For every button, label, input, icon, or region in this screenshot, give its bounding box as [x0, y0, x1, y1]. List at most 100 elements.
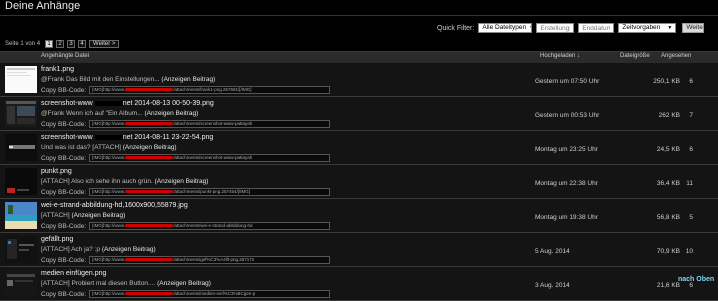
bbcode-suffix: /attachments/screenshot-www-pattayah [173, 121, 253, 126]
view-count: 6 [689, 78, 693, 85]
table-row: frank1.png @Frank Das Bild mit den Einst… [0, 63, 718, 97]
back-to-top-link[interactable]: nach Oben [678, 276, 714, 283]
bbcode-field[interactable]: [IMG]http://www. /attachments/frank1-png.… [89, 86, 331, 94]
column-size[interactable]: Dateigröße [620, 53, 650, 59]
file-type-select[interactable]: Alle Dateitypen ▼ [478, 23, 533, 33]
attachment-thumbnail[interactable] [5, 236, 37, 263]
file-name-link[interactable]: gefällt.png [41, 236, 73, 243]
redaction-mark [125, 258, 174, 262]
file-name-link[interactable]: screenshot-www net 2014-08-13 00-50-39.p… [41, 100, 214, 107]
snippet-text: [ATTACH] Ach ja? :p [41, 246, 102, 253]
table-row: screenshot-www net 2014-08-11 23-22-54.p… [0, 131, 718, 165]
file-name-link[interactable]: medien einfügen.png [41, 270, 106, 277]
bbcode-suffix: /attachments/wei-e-strand-abbildung-hd [173, 223, 253, 228]
quick-filter-bar: Quick Filter: Alle Dateitypen ▼ Zeitvorg… [437, 23, 705, 33]
bbcode-field[interactable]: [IMG]http://www. /attachments/screenshot-… [89, 154, 331, 162]
bbcode-prefix: [IMG]http://www. [92, 291, 126, 296]
uploaded-date: 5 Aug. 2014 [535, 248, 570, 255]
title-divider [0, 15, 718, 16]
view-post-link[interactable]: (Anzeigen Beitrag) [102, 246, 156, 253]
bbcode-field[interactable]: [IMG]http://www. /attachments/wei-e-stran… [89, 222, 331, 230]
file-type-value: Alle Dateitypen [482, 24, 527, 31]
bbcode-suffix: /attachments/frank1-png.257681/[/IMG] [173, 87, 252, 92]
bbcode-field[interactable]: [IMG]http://www. /attachments/screenshot-… [89, 120, 331, 128]
snippet-text: @Frank Das Bild mit den Einstellungen... [41, 76, 162, 83]
column-views[interactable]: Angesehen [661, 53, 691, 59]
post-snippet: Und was ist das? [ATTACH] (Anzeigen Beit… [41, 144, 177, 151]
post-snippet: [ATTACH] Also ich sehe ihn auch grün. (A… [41, 178, 208, 185]
view-post-link[interactable]: (Anzeigen Beitrag) [157, 280, 211, 287]
view-post-link[interactable]: (Anzeigen Beitrag) [123, 144, 177, 151]
redaction-mark [94, 134, 123, 140]
attachment-thumbnail[interactable] [5, 66, 37, 93]
page-link-2[interactable]: 2 [56, 40, 65, 48]
created-date-input[interactable] [536, 23, 575, 33]
attachment-thumbnail[interactable] [5, 134, 37, 161]
file-size: 70,9 KB [656, 248, 680, 255]
bbcode-prefix: [IMG]http://www. [92, 257, 126, 262]
attachment-thumbnail[interactable] [5, 270, 37, 297]
file-size: 24,5 KB [656, 146, 680, 153]
view-post-link[interactable]: (Anzeigen Beitrag) [71, 212, 125, 219]
view-post-link[interactable]: (Anzeigen Beitrag) [161, 76, 215, 83]
file-size: 250,1 KB [653, 78, 680, 85]
copy-bbcode-label: Copy BB-Code: [41, 120, 87, 128]
copy-bbcode-label: Copy BB-Code: [41, 256, 87, 264]
bbcode-field[interactable]: [IMG]http://www. /attachments/medien-einf… [89, 290, 331, 298]
page-link-4[interactable]: 4 [78, 40, 87, 48]
bbcode-prefix: [IMG]http://www. [92, 189, 126, 194]
file-name-link[interactable]: wei-e-strand-abbildung-hd,1600x900,55879… [41, 202, 188, 209]
bbcode-row: Copy BB-Code: [IMG]http://www. /attachmen… [41, 290, 331, 298]
column-file[interactable]: Angehängte Datei [41, 53, 89, 59]
copy-bbcode-label: Copy BB-Code: [41, 290, 87, 298]
file-name-part-a: screenshot-www [41, 134, 93, 141]
file-name-link[interactable]: frank1.png [41, 66, 74, 73]
view-count: 11 [686, 180, 693, 187]
view-count: 7 [689, 112, 693, 119]
copy-bbcode-label: Copy BB-Code: [41, 188, 87, 196]
page-link-1[interactable]: 1 [45, 40, 54, 48]
table-row: screenshot-www net 2014-08-13 00-50-39.p… [0, 97, 718, 131]
next-page-button[interactable]: Weiter > [89, 40, 120, 48]
page-info: Seite 1 von 4 [5, 41, 41, 47]
chevron-down-icon: ▼ [529, 24, 531, 32]
redaction-mark [94, 100, 123, 106]
file-name-link[interactable]: screenshot-www net 2014-08-11 23-22-54.p… [41, 134, 213, 141]
post-snippet: [ATTACH] Probiert mal diesen Button.... … [41, 280, 211, 287]
page-link-3[interactable]: 3 [67, 40, 76, 48]
page-title: Deine Anhänge [5, 0, 81, 12]
view-post-link[interactable]: (Anzeigen Beitrag) [155, 178, 209, 185]
bbcode-field[interactable]: [IMG]http://www. /attachments/gef%C3%A4ll… [89, 256, 331, 264]
table-row: gefällt.png [ATTACH] Ach ja? :p (Anzeige… [0, 233, 718, 267]
table-row: punkt.png [ATTACH] Also ich sehe ihn auc… [0, 165, 718, 199]
bbcode-row: Copy BB-Code: [IMG]http://www. /attachmen… [41, 154, 331, 162]
copy-bbcode-label: Copy BB-Code: [41, 86, 87, 94]
snippet-text: Und was ist das? [ATTACH] [41, 144, 123, 151]
filter-go-button[interactable]: Weiter [682, 23, 705, 33]
snippet-text: [ATTACH] Probiert mal diesen Button.... [41, 280, 158, 287]
attachment-thumbnail[interactable] [5, 100, 37, 127]
redaction-mark [125, 122, 174, 126]
bbcode-prefix: [IMG]http://www. [92, 155, 126, 160]
view-post-link[interactable]: (Anzeigen Beitrag) [144, 110, 198, 117]
bbcode-row: Copy BB-Code: [IMG]http://www. /attachmen… [41, 222, 331, 230]
post-snippet: @Frank Das Bild mit den Einstellungen...… [41, 76, 215, 83]
table-row: medien einfügen.png [ATTACH] Probiert ma… [0, 267, 718, 301]
file-name-part-a: screenshot-www [41, 100, 93, 107]
end-date-input[interactable] [578, 23, 615, 33]
file-name-link[interactable]: punkt.png [41, 168, 72, 175]
bbcode-row: Copy BB-Code: [IMG]http://www. /attachmen… [41, 86, 331, 94]
bbcode-prefix: [IMG]http://www. [92, 223, 126, 228]
bbcode-field[interactable]: [IMG]http://www. /attachments/punkt-png.2… [89, 188, 331, 196]
copy-bbcode-label: Copy BB-Code: [41, 154, 87, 162]
redaction-mark [125, 292, 174, 296]
redaction-mark [125, 88, 174, 92]
attachment-thumbnail[interactable] [5, 202, 37, 229]
attachment-thumbnail[interactable] [5, 168, 37, 195]
file-size: 36,4 KB [656, 180, 680, 187]
view-count: 6 [689, 146, 693, 153]
period-select[interactable]: Zeitvorgaben ▼ [618, 23, 677, 33]
column-uploaded[interactable]: Hochgeladen ↓ [540, 53, 580, 59]
uploaded-date: 3 Aug. 2014 [535, 282, 570, 289]
snippet-text: [ATTACH] [41, 212, 72, 219]
